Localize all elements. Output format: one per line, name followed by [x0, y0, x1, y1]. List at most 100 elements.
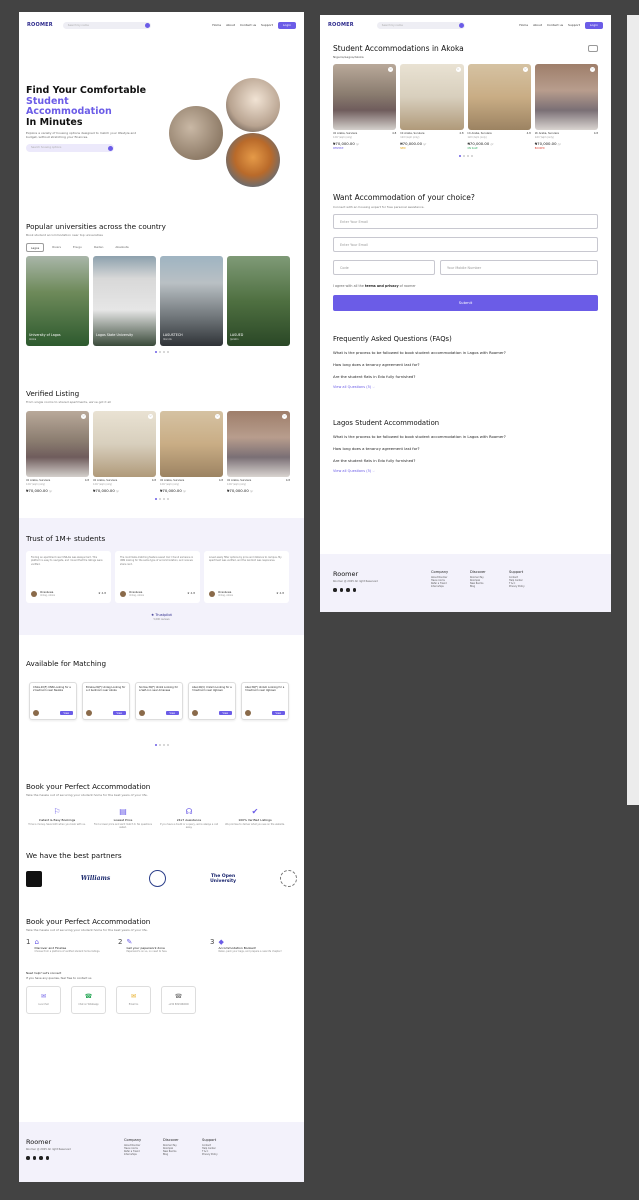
youtube-icon[interactable]: [39, 1156, 43, 1160]
university-card[interactable]: LASUED Ijanikin: [227, 256, 290, 346]
listing-card[interactable]: ♡ Idi Araba, Surulere 4.8 12m²/sqm (only)…: [534, 64, 598, 150]
view-button[interactable]: View: [218, 711, 232, 715]
code-field[interactable]: Code: [333, 260, 435, 275]
carousel-dots[interactable]: [26, 351, 297, 353]
search-input[interactable]: Search by name: [376, 21, 465, 29]
tab-abeokuta[interactable]: Abeokuta: [111, 243, 132, 252]
hero-search-input[interactable]: Search housing options: [26, 144, 114, 153]
mail-icon: ✉: [130, 993, 137, 1000]
search-icon[interactable]: [458, 22, 464, 28]
faq-item[interactable]: What is the process to be followed to bo…: [333, 350, 598, 355]
view-button[interactable]: View: [165, 711, 179, 715]
partner-logo: [26, 870, 42, 887]
filter-icon[interactable]: [588, 45, 598, 52]
match-card[interactable]: Sinmie,30(F) Unizik Looking for a Self-c…: [135, 682, 183, 720]
logo[interactable]: ROOMER: [27, 22, 53, 28]
heart-icon[interactable]: ♡: [81, 414, 86, 419]
heart-icon[interactable]: ♡: [522, 67, 528, 72]
faq-item[interactable]: What is the process to be followed to bo…: [333, 434, 598, 439]
nav-about[interactable]: About: [533, 23, 542, 27]
facebook-icon[interactable]: [32, 1156, 36, 1160]
nav-support[interactable]: Support: [568, 23, 580, 27]
listing-card[interactable]: ♡ Idi Araba, Surulere 4.8 12m²/sqm (only)…: [333, 64, 397, 150]
heart-icon[interactable]: ♡: [455, 67, 461, 72]
price-tag-icon: ▤: [119, 807, 127, 816]
instagram-icon[interactable]: [333, 588, 337, 592]
home-page: ROOMER Search by name Home About Contact…: [19, 12, 304, 1182]
listing-card[interactable]: ♡ Idi Araba, Surulere 4.8 12m²/sqm (only)…: [400, 64, 464, 150]
login-button[interactable]: Login: [584, 21, 603, 29]
youtube-icon[interactable]: [346, 588, 350, 592]
search-icon[interactable]: [144, 22, 150, 28]
tiktok-icon[interactable]: [352, 588, 356, 592]
heart-icon[interactable]: ♡: [215, 414, 220, 419]
tiktok-icon[interactable]: [45, 1156, 49, 1160]
instagram-icon[interactable]: [26, 1156, 30, 1160]
listing-card[interactable]: ♡ Idi Araba, Surulere 4.8 12m²/sqm (only)…: [26, 411, 89, 493]
email-field[interactable]: Enter Your Email: [333, 237, 598, 252]
carousel-dots[interactable]: [26, 498, 297, 500]
university-card[interactable]: University of Lagos Akoka: [26, 256, 89, 346]
nav-home[interactable]: Home: [212, 23, 221, 27]
search-icon[interactable]: [108, 145, 113, 151]
heart-icon[interactable]: ♡: [148, 414, 153, 419]
view-all-link[interactable]: View all Questions (5) ⌵: [333, 469, 598, 473]
listing-card[interactable]: ♡ Idi Araba, Surulere 4.8 12m²/sqm (only)…: [160, 411, 223, 493]
heart-icon[interactable]: ♡: [388, 67, 394, 72]
partners-title: We have the best partners: [26, 851, 122, 860]
login-button[interactable]: Login: [277, 21, 296, 29]
university-card[interactable]: Lagos State University: [93, 256, 156, 346]
email-button[interactable]: ✉ Email Us: [116, 986, 151, 1014]
tab-enugu[interactable]: Enugu: [69, 243, 86, 252]
listing-card[interactable]: ♡ Idi Araba, Surulere 4.8 12m²/sqm (only)…: [467, 64, 531, 150]
logo[interactable]: ROOMER: [328, 22, 354, 28]
nav-support[interactable]: Support: [261, 23, 273, 27]
footer-brand: Roomer: [26, 1138, 52, 1146]
view-button[interactable]: View: [271, 711, 285, 715]
faq-item[interactable]: Are the student flats in Edo fully furni…: [333, 374, 598, 379]
phone-button[interactable]: ☎ +234 8093460000: [161, 986, 196, 1014]
avatar: [31, 590, 37, 597]
footer: Roomer Roomer @ 2025 All right Reserved C…: [19, 1122, 304, 1182]
live-chat-button[interactable]: ✉ Live Chat: [26, 986, 61, 1014]
view-button[interactable]: View: [59, 711, 73, 715]
match-card[interactable]: Chika,20(F) UNN Looking for a 2 bedroom …: [29, 682, 77, 720]
listing-card[interactable]: ♡ Idi Araba, Surulere 4.8 12m²/sqm (only)…: [227, 411, 290, 493]
tab-lagos[interactable]: Lagos: [26, 243, 45, 252]
view-button[interactable]: View: [112, 711, 126, 715]
faq-item[interactable]: Are the student flats in Edo fully furni…: [333, 458, 598, 463]
nav-contact[interactable]: Contact us: [547, 23, 563, 27]
heart-icon[interactable]: ♡: [590, 67, 595, 72]
match-card[interactable]: Abel,40(C) Unilsm Looking for a 3 bedroo…: [188, 682, 236, 720]
terms-checkbox[interactable]: I agree with all the terms and privacy o…: [333, 284, 598, 288]
view-all-link[interactable]: View all Questions (5) ⌵: [333, 385, 598, 389]
nav-home[interactable]: Home: [519, 23, 528, 27]
email-field[interactable]: Enter Your Email: [333, 214, 598, 229]
faq-item[interactable]: How long does a tenancy agreement last f…: [333, 446, 598, 451]
carousel-dots[interactable]: [333, 155, 598, 157]
university-card[interactable]: LASUSTECH Ikorodu: [160, 256, 223, 346]
home-icon: ⌂: [34, 938, 39, 946]
listing-card[interactable]: ♡ Idi Araba, Surulere 4.8 12m²/sqm (only)…: [93, 411, 156, 493]
hero-line-3: In Minutes: [26, 116, 83, 128]
search-input[interactable]: Search by name: [62, 21, 151, 29]
hero-photo-room: [169, 106, 223, 160]
match-card[interactable]: Emeka,20(F) Unilag Looking for a 2 bedro…: [82, 682, 130, 720]
trustpilot-logo[interactable]: ★ Trustpilot: [26, 613, 297, 617]
faq-item[interactable]: How long does a tenancy agreement last f…: [333, 362, 598, 367]
mobile-field[interactable]: Your Mobile Number: [440, 260, 598, 275]
faq-section: Frequently Asked Questions (FAQs) What i…: [320, 335, 611, 389]
heart-icon[interactable]: ♡: [282, 414, 287, 419]
nav-contact[interactable]: Contact us: [240, 23, 256, 27]
match-card[interactable]: Abel,30(F) Unilsm Looking for a 3 bedroo…: [241, 682, 289, 720]
trustpilot-count: 5,000 reviews: [153, 618, 170, 621]
status-badge: NEW: [400, 147, 406, 150]
nav-about[interactable]: About: [226, 23, 235, 27]
carousel-dots[interactable]: [26, 744, 297, 746]
tab-ibadan[interactable]: Ibadan: [90, 243, 108, 252]
contact-subtitle: If you have any queries, feel free to co…: [26, 976, 92, 980]
whatsapp-button[interactable]: ☎ Chat on Whatsapp: [71, 986, 106, 1014]
facebook-icon[interactable]: [339, 588, 343, 592]
submit-button[interactable]: Submit: [333, 295, 598, 311]
tab-rivers[interactable]: Rivers: [48, 243, 65, 252]
